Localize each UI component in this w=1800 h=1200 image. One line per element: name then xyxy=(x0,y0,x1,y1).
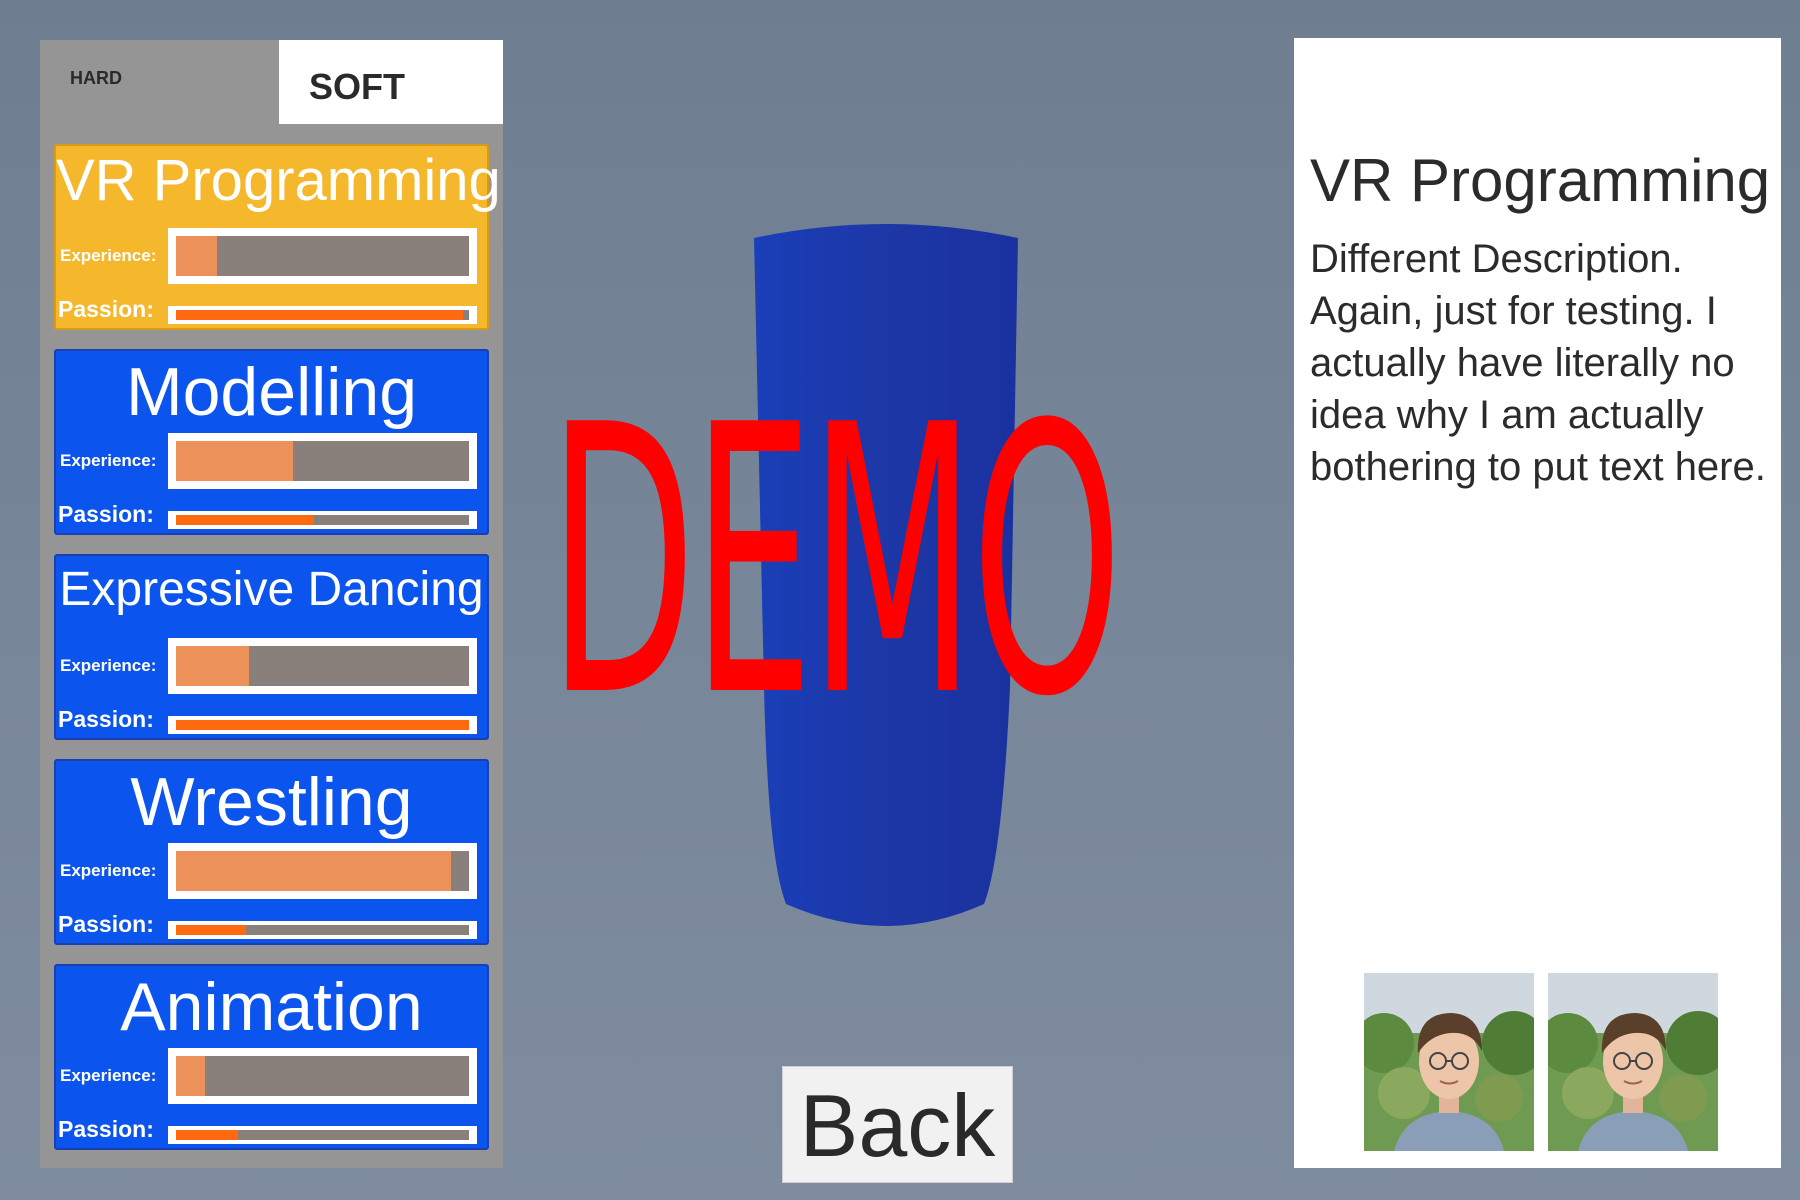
experience-fill xyxy=(176,1056,206,1096)
skill-title: VR Programming xyxy=(56,148,501,213)
experience-label: Experience: xyxy=(60,861,157,880)
experience-label: Experience: xyxy=(60,451,157,470)
passion-label: Passion: xyxy=(58,706,154,732)
profile-photo xyxy=(1548,973,1718,1151)
skill-title: Expressive Dancing xyxy=(59,563,484,616)
passion-bar xyxy=(168,921,477,939)
passion-bar xyxy=(168,306,477,324)
info-panel: VR Programming Different Description. Ag… xyxy=(1294,38,1781,1168)
passion-label: Passion: xyxy=(58,501,154,527)
experience-bar xyxy=(168,433,477,489)
skill-card-wrestling[interactable]: Wrestling Experience: Passion: xyxy=(54,759,489,945)
profile-photo xyxy=(1364,973,1534,1151)
skill-card-expressive-dancing[interactable]: Expressive Dancing Experience: Passion: xyxy=(54,554,489,740)
skill-title: Wrestling xyxy=(130,764,413,840)
passion-label: Passion: xyxy=(58,296,154,322)
experience-fill xyxy=(176,851,452,891)
passion-fill xyxy=(176,720,469,730)
passion-fill xyxy=(176,310,464,320)
experience-fill xyxy=(176,441,294,481)
passion-fill xyxy=(176,515,314,525)
experience-label: Experience: xyxy=(60,1066,157,1085)
experience-bar xyxy=(168,638,477,694)
skill-title: Animation xyxy=(120,969,423,1045)
skill-panel: HARD SOFT VR Programming Experience: Pas… xyxy=(40,40,503,1168)
info-description: Different Description. Again, just for t… xyxy=(1310,237,1766,489)
cylinder-model xyxy=(754,224,1018,926)
experience-label: Experience: xyxy=(60,656,157,675)
experience-bar xyxy=(168,1048,477,1104)
passion-bar xyxy=(168,511,477,529)
skill-card-vr-programming[interactable]: VR Programming Experience: Passion: xyxy=(54,144,501,330)
passion-label: Passion: xyxy=(58,911,154,937)
experience-bar xyxy=(168,228,477,284)
info-title: VR Programming xyxy=(1310,147,1771,214)
passion-label: Passion: xyxy=(58,1116,154,1142)
experience-label: Experience: xyxy=(60,246,157,265)
back-button[interactable]: Back xyxy=(782,1066,1013,1183)
skill-card-modelling[interactable]: Modelling Experience: Passion: xyxy=(54,349,489,535)
experience-bar xyxy=(168,843,477,899)
passion-bar xyxy=(168,716,477,734)
tab-soft[interactable]: SOFT xyxy=(279,40,503,124)
passion-bar xyxy=(168,1126,477,1144)
passion-fill xyxy=(176,1130,238,1140)
experience-fill xyxy=(176,646,250,686)
passion-fill xyxy=(176,925,247,935)
tab-hard[interactable]: HARD xyxy=(40,40,264,124)
skill-title: Modelling xyxy=(125,354,418,430)
skill-card-animation[interactable]: Animation Experience: Passion: xyxy=(54,964,489,1150)
experience-fill xyxy=(176,236,218,276)
